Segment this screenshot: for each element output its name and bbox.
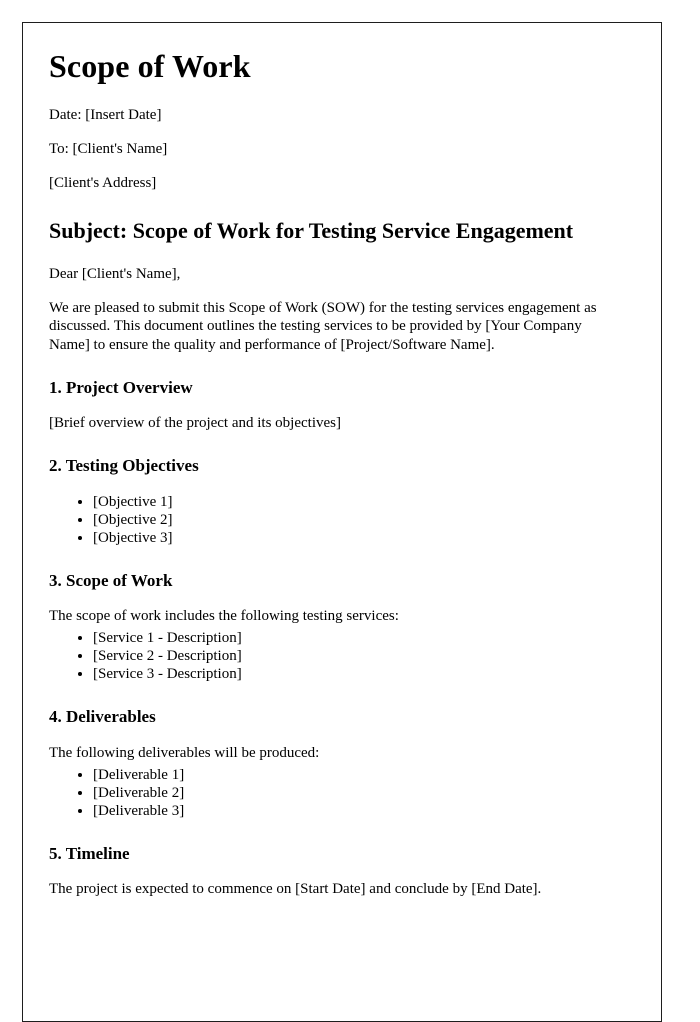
recipient-line: To: [Client's Name] — [49, 141, 168, 158]
page-title: Scope of Work — [49, 48, 251, 84]
section-body-deliverables: The following deliverables will be produ… — [49, 744, 320, 761]
list-item: [Service 2 - Description] — [93, 647, 635, 665]
list-item: [Objective 1] — [93, 493, 635, 511]
list-item: [Objective 2] — [93, 511, 635, 529]
section-body-timeline: The project is expected to commence on [… — [49, 881, 542, 898]
section-body-project-overview: [Brief overview of the project and its o… — [49, 415, 341, 432]
salutation: Dear [Client's Name], — [49, 265, 181, 282]
list-item: [Service 3 - Description] — [93, 665, 635, 683]
section-heading-deliverables: 4. Deliverables — [49, 707, 156, 727]
list-item: [Deliverable 3] — [93, 802, 635, 820]
section-heading-testing-objectives: 2. Testing Objectives — [49, 456, 199, 476]
scope-of-work-list: [Service 1 - Description] [Service 2 - D… — [49, 629, 635, 683]
document-page: Scope of Work Date: [Insert Date] To: [C… — [22, 22, 662, 1022]
date-line: Date: [Insert Date] — [49, 107, 162, 124]
deliverables-list: [Deliverable 1] [Deliverable 2] [Deliver… — [49, 766, 635, 820]
testing-objectives-list: [Objective 1] [Objective 2] [Objective 3… — [49, 493, 635, 547]
document-body: Scope of Work Date: [Insert Date] To: [C… — [23, 23, 661, 898]
recipient-address-line: [Client's Address] — [49, 175, 157, 192]
list-item: [Deliverable 1] — [93, 766, 635, 784]
list-item: [Deliverable 2] — [93, 784, 635, 802]
section-heading-scope-of-work: 3. Scope of Work — [49, 570, 173, 590]
list-item: [Service 1 - Description] — [93, 629, 635, 647]
section-heading-project-overview: 1. Project Overview — [49, 378, 193, 398]
intro-paragraph: We are pleased to submit this Scope of W… — [49, 299, 597, 353]
subject-heading: Subject: Scope of Work for Testing Servi… — [49, 218, 574, 244]
section-heading-timeline: 5. Timeline — [49, 843, 130, 863]
list-item: [Objective 3] — [93, 529, 635, 547]
section-body-scope-of-work: The scope of work includes the following… — [49, 608, 399, 625]
